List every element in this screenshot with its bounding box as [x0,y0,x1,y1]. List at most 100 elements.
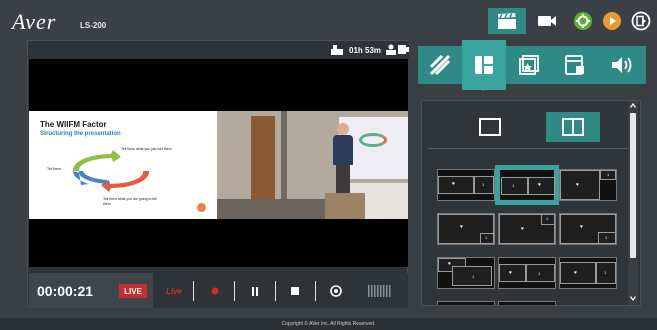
app-header: Aver LS-200 [0,0,657,40]
video-feed: The WIIFM Factor Structuring the present… [29,59,408,267]
nav-media-button[interactable] [601,8,623,34]
record-timer-box: 00:00:21 LIVE [29,273,153,308]
presenter-figure [333,135,353,165]
slide-text-going: Tell them what you are going to tell the… [103,197,157,206]
gear-icon [574,12,592,30]
layout-option-1[interactable]: ♥ 1 [437,169,495,201]
layout-label-a: ♥ [576,182,579,188]
split-view-button[interactable] [546,112,600,142]
audio-meter-icon [368,285,391,297]
layout-option-4[interactable]: ♥ 1 [437,213,495,245]
program-preview: 01h 53m The WIIFM Factor Structuring the… [27,40,409,308]
divider [234,281,235,301]
layout-panel: ♥ 1 1 ♥ ♥ 1 ♥ 1 ♥ 1 ♥ 1 ♥ 1 ♥ 1 ♥ 1 [421,100,641,306]
layout-label-a: ♥ [509,270,512,276]
record-time: 00:00:21 [37,283,94,299]
layout-option-partial[interactable] [437,301,495,305]
slide-title: The WIIFM Factor [40,120,107,129]
snapshot-button[interactable] [327,282,345,300]
layout-label-a: ♥ [452,181,455,187]
pause-icon [252,286,258,296]
layout-label-b: 1 [472,274,475,279]
nav-settings-button[interactable] [572,8,594,34]
tab-audio[interactable] [598,46,646,84]
divider [275,281,276,301]
aver-logo: Aver [12,9,57,34]
layout-scrollbar[interactable] [628,101,638,305]
footer: Copyright © AVer Inc. All Rights Reserve… [0,318,657,330]
speaker-icon [612,57,632,73]
copyright-text: Copyright © AVer Inc. All Rights Reserve… [281,321,376,327]
live-badge: LIVE [119,284,147,298]
nav-studio-button[interactable] [488,8,526,34]
tab-background[interactable] [552,46,598,84]
layout-option-3[interactable]: ♥ 1 [559,169,617,201]
record-button[interactable] [207,282,223,300]
snapshot-icon [330,285,342,297]
overlay-icon [519,55,539,75]
divider [193,281,194,301]
pause-button[interactable] [247,282,263,300]
nav-exit-button[interactable] [630,8,652,34]
control-bar: 00:00:21 LIVE Live [29,273,408,308]
layout-option-2[interactable]: 1 ♥ [495,165,559,205]
layout-label-a: ♥ [448,261,451,267]
layout-label-a: ♥ [574,270,577,276]
layout-option-5[interactable]: ♥ 1 [498,213,556,245]
chevron-up-icon[interactable] [630,103,636,108]
layout-label-a: ♥ [460,224,463,230]
divider [315,281,316,301]
layout-label-b: 1 [605,235,608,240]
nav-camera-button[interactable] [534,8,560,34]
slide-subtitle: Structuring the presentation [40,131,121,137]
layout-label-b: 1 [607,172,610,177]
clapperboard-icon [498,13,516,29]
layout-label-b: 1 [546,216,549,221]
stop-button[interactable] [287,282,303,300]
tab-no-signal[interactable] [418,46,462,84]
layout-label-a: 1 [512,183,515,188]
video-camera-icon [538,16,556,26]
layout-option-6[interactable]: ♥ 1 [559,213,617,245]
camera-source-icon [398,45,409,54]
presenter-icon [386,44,396,55]
presentation-slide: The WIIFM Factor Structuring the present… [29,111,217,219]
layout-label-b: 1 [604,270,607,275]
tab-pointer [476,84,490,91]
tab-overlay[interactable] [506,46,552,84]
layout-label-b: 1 [482,182,485,187]
layout-label-b: 1 [485,235,488,240]
storage-icon [331,45,343,55]
tab-layout[interactable] [462,40,506,90]
single-view-button[interactable] [470,112,510,142]
slide-text-tell: Tell them [47,167,62,171]
layout-option-8[interactable]: ♥ 1 [498,257,556,289]
presenter-camera-view [217,111,408,219]
layout-label-a: ♥ [521,226,524,232]
layout-label-b: 1 [538,271,541,276]
model-name: LS-200 [80,21,107,30]
remaining-time: 01h 53m [349,46,382,55]
exit-icon [631,11,651,31]
layout-option-9[interactable]: ♥ 1 [559,257,617,289]
layout-icon [475,56,493,74]
single-view-icon [479,118,501,136]
panel-tabs [418,40,646,90]
status-row: 01h 53m [28,41,409,59]
slide-marker [197,203,206,212]
slide-text-told: Tell them what you just told them [121,147,172,151]
record-icon [211,287,219,295]
live-stream-label: Live [165,286,182,296]
layout-label-b: ♥ [538,182,541,188]
view-mode-row [428,109,628,149]
scroll-thumb[interactable] [630,113,636,258]
background-icon [565,55,584,75]
chevron-down-icon[interactable] [630,296,636,301]
audio-level-meter [367,282,393,300]
stop-icon [291,287,299,295]
no-signal-icon [430,55,450,75]
layout-label-a: ♥ [580,224,583,230]
layout-option-7[interactable]: ♥ 1 [437,257,495,289]
live-stream-button[interactable]: Live [163,282,185,300]
layout-option-partial[interactable] [498,301,556,305]
